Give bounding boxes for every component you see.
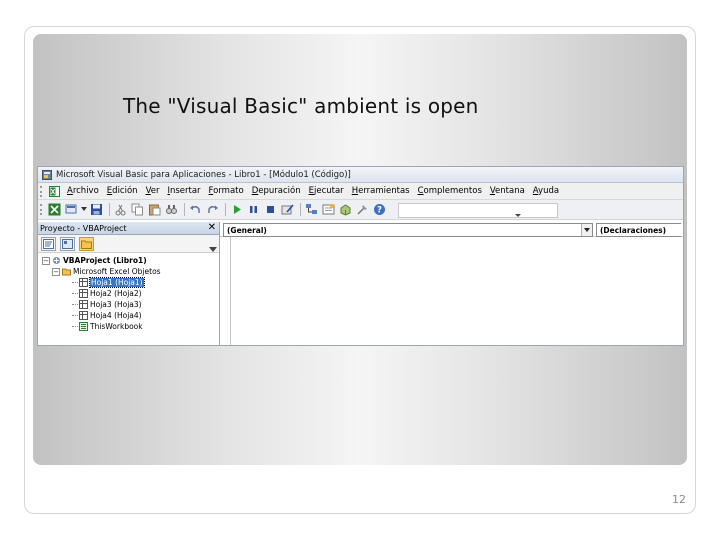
vba-app-icon (42, 169, 52, 180)
menu-formato[interactable]: Formato (205, 186, 248, 196)
properties-icon[interactable] (321, 202, 336, 217)
view-object-button[interactable] (60, 236, 75, 251)
tree-item-thisworkbook[interactable]: ThisWorkbook (40, 321, 219, 332)
code-window[interactable]: (General) (Declaraciones) (220, 222, 683, 345)
tree-connector (72, 304, 78, 305)
tree-item-excel-objects[interactable]: − Microsoft Excel Objetos (40, 266, 219, 277)
tree-connector (72, 315, 78, 316)
toolbar-separator (300, 203, 301, 216)
toolbar-separator (184, 203, 185, 216)
object-browser-icon[interactable] (338, 202, 353, 217)
excel-document-icon[interactable] (49, 185, 60, 197)
tree-label: Hoja2 (Hoja2) (90, 289, 142, 298)
slide-title: The "Visual Basic" ambient is open (123, 94, 479, 118)
menu-depuracion[interactable]: Depuración (248, 186, 305, 196)
menu-edicion[interactable]: Edición (103, 186, 142, 196)
project-pane-header: Proyecto - VBAProject ✕ (38, 222, 219, 235)
view-code-button[interactable] (41, 236, 56, 251)
copy-icon[interactable] (130, 202, 145, 217)
workbook-icon (79, 322, 88, 331)
dropdown-arrow-icon[interactable] (81, 202, 87, 217)
procedure-dropdown[interactable]: (Declaraciones) (596, 223, 681, 237)
folder-icon (62, 268, 71, 276)
tree-connector (72, 293, 78, 294)
editor-body: Proyecto - VBAProject ✕ − VBAProject (Li… (38, 222, 683, 345)
vba-editor-window: Microsoft Visual Basic para Aplicaciones… (37, 166, 684, 346)
help-icon[interactable]: ? (372, 202, 387, 217)
project-pane-title: Proyecto - VBAProject (40, 223, 127, 233)
project-explorer-pane: Proyecto - VBAProject ✕ − VBAProject (Li… (38, 222, 220, 345)
tree-label: Hoja1 (Hoja1) (89, 277, 145, 288)
menu-herramientas[interactable]: Herramientas (348, 186, 414, 196)
toolbox-icon[interactable] (355, 202, 370, 217)
sheet-icon (79, 289, 88, 298)
menu-ventana[interactable]: Ventana (486, 186, 529, 196)
tree-label: ThisWorkbook (90, 322, 143, 331)
find-icon[interactable] (164, 202, 179, 217)
break-icon[interactable] (246, 202, 261, 217)
tree-label: Hoja3 (Hoja3) (90, 300, 142, 309)
tree-item-hoja1[interactable]: Hoja1 (Hoja1) (40, 277, 219, 288)
collapse-toggle-icon[interactable]: − (52, 267, 60, 276)
reset-icon[interactable] (263, 202, 278, 217)
tree-connector (72, 282, 78, 283)
svg-text:?: ? (377, 206, 382, 216)
tree-item-hoja4[interactable]: Hoja4 (Hoja4) (40, 310, 219, 321)
menu-ejecutar[interactable]: Ejecutar (305, 186, 348, 196)
project-pane-close-icon[interactable]: ✕ (208, 222, 216, 234)
undo-icon[interactable] (188, 202, 203, 217)
save-icon[interactable] (89, 202, 104, 217)
run-icon[interactable] (229, 202, 244, 217)
window-title: Microsoft Visual Basic para Aplicaciones… (56, 169, 351, 180)
tree-item-hoja2[interactable]: Hoja2 (Hoja2) (40, 288, 219, 299)
object-dropdown-value: (General) (227, 225, 267, 235)
slide-number: 12 (672, 493, 686, 506)
pane-scroll-down-icon[interactable] (209, 245, 217, 253)
cut-icon[interactable] (113, 202, 128, 217)
toggle-folders-button[interactable] (79, 236, 94, 251)
menu-ver[interactable]: Ver (142, 186, 164, 196)
design-mode-icon[interactable] (280, 202, 295, 217)
paste-icon[interactable] (147, 202, 162, 217)
project-explorer-icon[interactable] (304, 202, 319, 217)
sheet-icon (79, 278, 88, 287)
redo-icon[interactable] (205, 202, 220, 217)
toolbar-separator (109, 203, 110, 216)
toolbar-position-field (398, 203, 558, 218)
menu-complementos[interactable]: Complementos (414, 186, 486, 196)
menu-bar: Archivo Edición Ver Insertar Formato Dep… (38, 183, 683, 200)
menu-insertar[interactable]: Insertar (163, 186, 204, 196)
vba-project-icon (53, 257, 60, 264)
menu-ayuda[interactable]: Ayuda (529, 186, 563, 196)
sheet-icon (79, 300, 88, 309)
toolbar-overflow-icon[interactable] (514, 206, 522, 218)
excel-view-icon[interactable] (47, 202, 62, 217)
toolbar-separator (225, 203, 226, 216)
toolbar-grip[interactable] (40, 204, 43, 215)
collapse-toggle-icon[interactable]: − (42, 256, 50, 265)
code-selectors: (General) (Declaraciones) (220, 222, 683, 237)
tree-item-vbaproject[interactable]: − VBAProject (Libro1) (40, 255, 219, 266)
code-margin-indicator-bar (230, 237, 231, 345)
tree-label: Hoja4 (Hoja4) (90, 311, 142, 320)
tree-label: Microsoft Excel Objetos (73, 267, 161, 276)
menubar-grip[interactable] (40, 185, 43, 197)
standard-toolbar: ? (38, 200, 683, 220)
project-tree: − VBAProject (Libro1) − Microsoft Excel … (38, 253, 219, 332)
menu-archivo[interactable]: Archivo (63, 186, 103, 196)
window-titlebar: Microsoft Visual Basic para Aplicaciones… (38, 167, 683, 183)
tree-item-hoja3[interactable]: Hoja3 (Hoja3) (40, 299, 219, 310)
chevron-down-icon[interactable] (581, 224, 592, 236)
object-dropdown[interactable]: (General) (223, 223, 593, 237)
tree-connector (72, 326, 78, 327)
project-pane-toolbar (38, 235, 219, 253)
procedure-dropdown-value: (Declaraciones) (600, 225, 667, 235)
tree-label: VBAProject (Libro1) (63, 256, 147, 265)
insert-module-icon[interactable] (64, 202, 79, 217)
sheet-icon (79, 311, 88, 320)
